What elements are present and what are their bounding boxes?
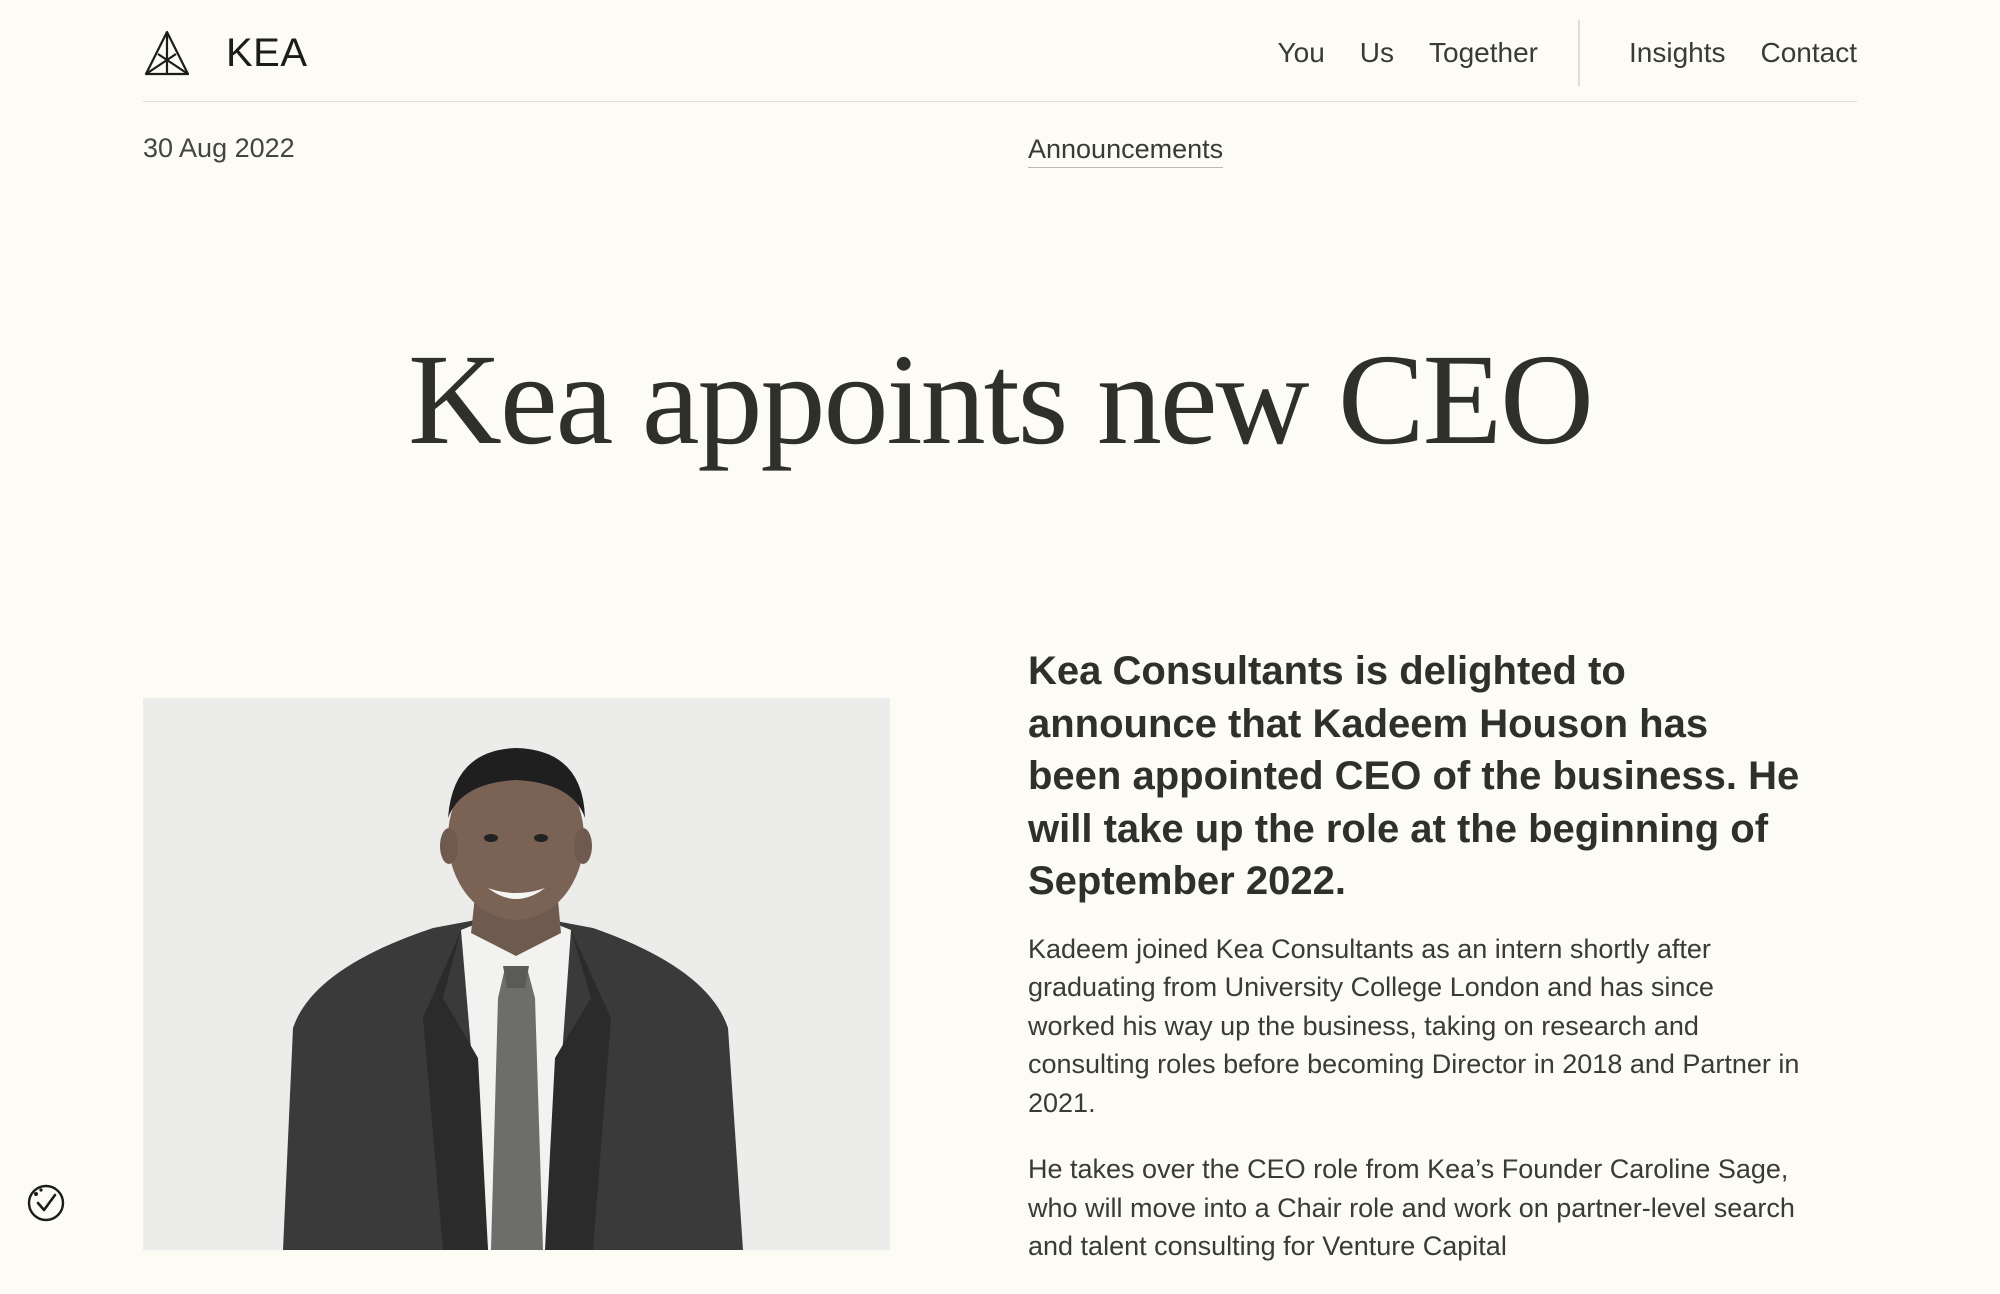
post-date: 30 Aug 2022 <box>143 133 295 163</box>
kea-mountain-logo-icon <box>144 30 190 76</box>
site-header: KEA You Us Together Insights Contact <box>143 0 1857 102</box>
page-title: Kea appoints new CEO <box>408 328 1594 472</box>
brand-name: KEA <box>226 30 308 75</box>
page: KEA You Us Together Insights Contact 30 … <box>143 0 1857 1261</box>
nav-item-contact[interactable]: Contact <box>1761 37 1858 69</box>
home-logo-link[interactable]: KEA <box>143 28 308 78</box>
cookie-consent-icon[interactable] <box>26 1183 66 1223</box>
article-body: Kea Consultants is delighted to announce… <box>1028 645 1808 1294</box>
nav-item-us[interactable]: Us <box>1360 37 1394 69</box>
nav-divider <box>1578 20 1580 86</box>
nav-item-insights[interactable]: Insights <box>1629 37 1726 69</box>
article-paragraph: Kadeem joined Kea Consultants as an inte… <box>1028 933 1800 1118</box>
article-lead: Kea Consultants is delighted to announce… <box>1028 649 1800 903</box>
nav-item-you[interactable]: You <box>1278 37 1325 69</box>
portrait-illustration <box>283 748 743 1250</box>
main-nav: You Us Together Insights Contact <box>1278 20 1858 86</box>
nav-item-together[interactable]: Together <box>1429 37 1538 69</box>
portrait-photo <box>143 698 890 1250</box>
article-paragraph: He takes over the CEO role from Kea’s Fo… <box>1028 1154 1795 1261</box>
category-link[interactable]: Announcements <box>1028 133 1224 168</box>
